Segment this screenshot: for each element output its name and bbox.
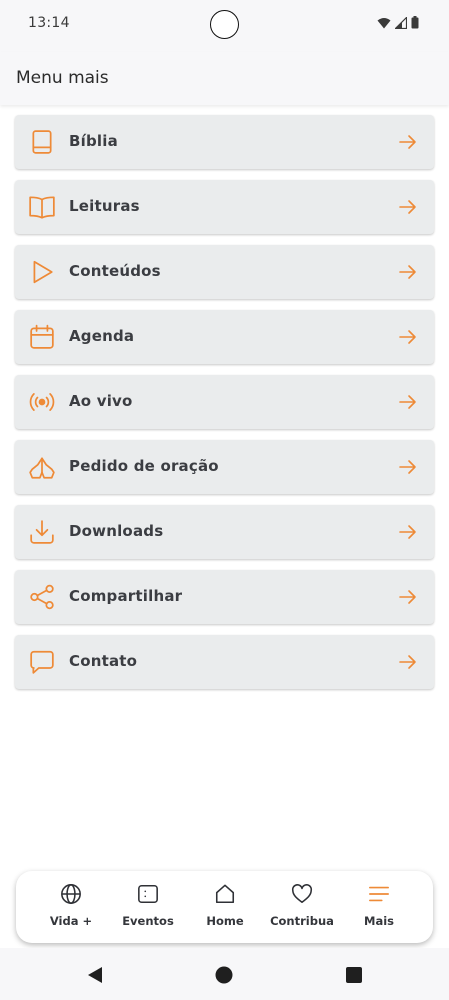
download-icon — [28, 518, 56, 546]
broadcast-icon — [28, 388, 56, 416]
camera-cutout — [210, 10, 239, 39]
menu-item-label: Compartilhar — [69, 587, 183, 605]
status-bar: 13:14 — [0, 0, 449, 52]
menu-item-label: Agenda — [69, 327, 135, 345]
heart-icon — [291, 884, 313, 904]
book-icon — [28, 128, 56, 156]
arrow-right-icon — [399, 330, 416, 344]
menu-item-label: Bíblia — [69, 132, 118, 150]
nav-label: Contribua — [270, 914, 334, 928]
menu-item-leituras[interactable]: Leituras — [15, 180, 434, 234]
arrow-right-icon — [399, 590, 416, 604]
nav-item-vida[interactable]: Vida + — [32, 881, 110, 937]
arrow-right-icon — [399, 200, 416, 214]
nav-item-eventos[interactable]: Eventos — [109, 881, 187, 937]
system-nav — [0, 948, 449, 1000]
menu-item-label: Ao vivo — [69, 392, 133, 410]
nav-item-home[interactable]: Home — [186, 881, 264, 937]
chat-bubble-icon — [28, 648, 56, 676]
menu-item-ao-vivo[interactable]: Ao vivo — [15, 375, 434, 429]
arrow-right-icon — [399, 135, 416, 149]
menu-item-label: Conteúdos — [69, 262, 161, 280]
praying-hands-icon — [28, 453, 56, 481]
wifi-icon — [377, 17, 391, 28]
arrow-right-icon — [399, 655, 416, 669]
menu-item-downloads[interactable]: Downloads — [15, 505, 434, 559]
menu-item-contato[interactable]: Contato — [15, 635, 434, 689]
menu-item-biblia[interactable]: Bíblia — [15, 115, 434, 169]
event-card-icon — [138, 884, 158, 904]
back-icon[interactable] — [85, 965, 105, 985]
open-book-icon — [28, 193, 56, 221]
globe-icon — [61, 884, 81, 904]
app-header: Menu mais — [0, 52, 449, 105]
nav-item-contribua[interactable]: Contribua — [263, 881, 341, 937]
share-icon — [28, 583, 56, 611]
menu-item-label: Leituras — [69, 197, 140, 215]
nav-label: Home — [206, 914, 244, 928]
status-icons — [377, 16, 419, 29]
signal-icon — [395, 16, 407, 29]
recents-icon[interactable] — [344, 965, 364, 985]
arrow-right-icon — [399, 460, 416, 474]
menu-item-conteudos[interactable]: Conteúdos — [15, 245, 434, 299]
menu-item-label: Pedido de oração — [69, 457, 219, 475]
bottom-nav: Vida + Eventos Home Contribua Mais — [16, 871, 433, 943]
nav-item-mais[interactable]: Mais — [340, 881, 418, 937]
page-title: Menu mais — [16, 68, 109, 88]
arrow-right-icon — [399, 395, 416, 409]
status-time: 13:14 — [28, 15, 70, 31]
calendar-icon — [28, 323, 56, 351]
menu-item-label: Contato — [69, 652, 138, 670]
menu-item-agenda[interactable]: Agenda — [15, 310, 434, 364]
home-circle-icon[interactable] — [214, 965, 234, 985]
menu-item-label: Downloads — [69, 522, 164, 540]
nav-label: Eventos — [122, 914, 174, 928]
play-icon — [28, 258, 56, 286]
menu-item-pedido-de-oracao[interactable]: Pedido de oração — [15, 440, 434, 494]
arrow-right-icon — [399, 525, 416, 539]
arrow-right-icon — [399, 265, 416, 279]
nav-label: Vida + — [49, 914, 93, 928]
battery-icon — [411, 16, 419, 29]
menu-item-compartilhar[interactable]: Compartilhar — [15, 570, 434, 624]
home-icon — [215, 884, 235, 904]
nav-label: Mais — [364, 914, 394, 928]
menu-lines-icon — [369, 886, 389, 902]
